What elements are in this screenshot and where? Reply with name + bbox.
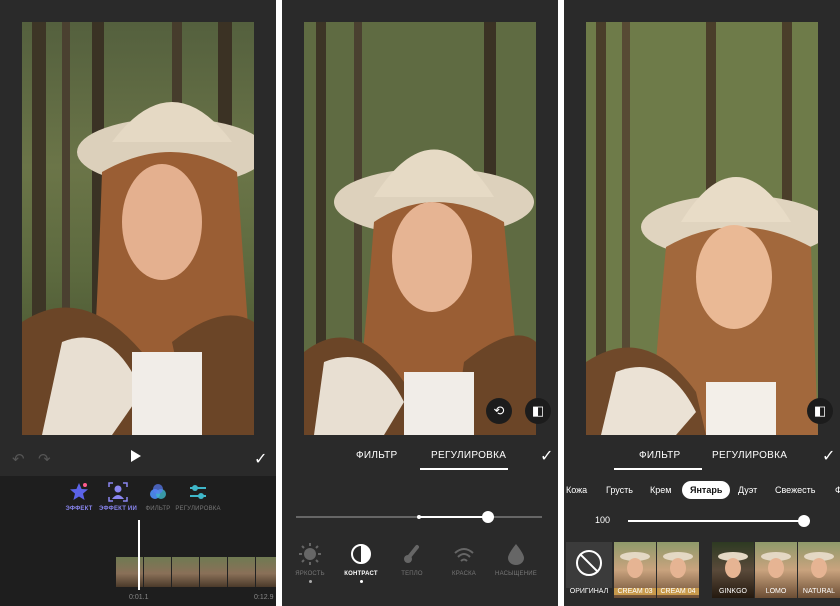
adjust-contrast[interactable]: КОНТРАСТ xyxy=(333,543,389,583)
filter-category[interactable]: Крем xyxy=(650,485,671,495)
tabs: ФИЛЬТР РЕГУЛИРОВКА ✓ xyxy=(282,440,558,476)
filter-category[interactable]: Кожа xyxy=(566,485,587,495)
adjust-label: ЯРКОСТЬ xyxy=(295,571,325,577)
adjust-tint[interactable]: КРАСКА xyxy=(436,543,492,577)
editor-panel-filters: ◧ ФИЛЬТР РЕГУЛИРОВКА ✓ Кожа Грусть Крем … xyxy=(564,0,840,606)
undo-icon[interactable]: ↶ xyxy=(12,450,25,468)
adjust-label: КРАСКА xyxy=(452,571,476,577)
thumb-label: GINKGO xyxy=(718,588,747,595)
thumb-label: LOMO xyxy=(765,588,787,595)
redo-icon[interactable]: ↷ xyxy=(38,450,51,468)
timeline-frame xyxy=(228,557,256,587)
original-filter-thumb[interactable] xyxy=(566,542,612,588)
thumb-label: CREAM 04 xyxy=(657,588,699,595)
no-filter-icon xyxy=(576,550,602,576)
filter-circles-icon xyxy=(150,484,166,499)
modified-dot xyxy=(359,580,363,583)
slider-center-tick xyxy=(417,515,421,519)
wifi-icon xyxy=(454,548,474,562)
video-preview[interactable] xyxy=(22,22,254,435)
adjust-slider-knob[interactable] xyxy=(481,511,494,523)
adjust-brightness[interactable]: ЯРКОСТЬ xyxy=(282,543,338,583)
timeline-frame xyxy=(256,557,276,587)
compare-icon[interactable]: ◧ xyxy=(525,398,551,424)
intensity-slider-knob[interactable] xyxy=(798,515,810,527)
intensity-value: 100 xyxy=(595,515,611,525)
tool-label: РЕГУЛИРОВКА xyxy=(175,506,221,512)
adjust-label: ТЕПЛО xyxy=(401,571,423,577)
filter-category[interactable]: Ф xyxy=(835,485,840,495)
confirm-check-icon[interactable]: ✓ xyxy=(540,446,553,466)
compare-icon[interactable]: ◧ xyxy=(807,398,833,424)
tab-active-underline xyxy=(614,468,702,470)
thumb-label: CREAM 03 xyxy=(614,588,656,595)
filter-category[interactable]: Грусть xyxy=(606,485,633,495)
total-time: 0:12.9 xyxy=(254,594,274,601)
contrast-icon xyxy=(351,544,371,564)
sliders-icon xyxy=(190,485,206,499)
confirm-check-icon[interactable]: ✓ xyxy=(254,449,267,469)
star-icon xyxy=(70,483,88,500)
adjust-label: КОНТРАСТ xyxy=(344,571,378,577)
tab-active-underline xyxy=(420,468,508,470)
editor-panel-adjust: ⟲ ◧ ФИЛЬТР РЕГУЛИРОВКА ✓ ЯРКОСТЬ КОНТРАС… xyxy=(282,0,558,606)
filter-categories: Кожа Грусть Крем Янтарь Дуэт Свежесть Ф xyxy=(564,480,840,500)
adjust-label: НАСЫЩЕНИЕ xyxy=(495,571,537,577)
timeline-playhead[interactable] xyxy=(138,520,140,590)
tab-adjust[interactable]: РЕГУЛИРОВКА xyxy=(712,450,787,461)
thumb-label: NATURAL xyxy=(802,588,836,595)
reset-icon[interactable]: ⟲ xyxy=(486,398,512,424)
tab-filter[interactable]: ФИЛЬТР xyxy=(356,450,398,461)
play-icon[interactable] xyxy=(131,450,141,462)
editor-panel-effects: ↶ ↷ ✓ ЭФФЕКТ ЭФФЕКТ ИИ ФИЛЬТР РЕГУЛИРОВК… xyxy=(0,0,276,606)
confirm-check-icon[interactable]: ✓ xyxy=(822,446,835,466)
adjust-saturation[interactable]: НАСЫЩЕНИЕ xyxy=(488,543,544,577)
tab-filter[interactable]: ФИЛЬТР xyxy=(639,450,681,461)
ai-person-icon xyxy=(108,482,128,502)
drop-icon xyxy=(508,544,524,565)
thumb-label: ОРИГИНАЛ xyxy=(569,588,609,595)
tab-adjust[interactable]: РЕГУЛИРОВКА xyxy=(431,450,506,461)
timeline-frame xyxy=(200,557,228,587)
timeline-frame xyxy=(144,557,172,587)
video-timeline[interactable] xyxy=(116,557,276,587)
filter-category[interactable]: Свежесть xyxy=(775,485,815,495)
sun-icon xyxy=(299,543,321,565)
playback-toolbar: ↶ ↷ ✓ xyxy=(0,440,276,476)
adjust-warmth[interactable]: ТЕПЛО xyxy=(384,543,440,577)
photo-preview[interactable] xyxy=(586,22,818,435)
tool-adjust[interactable]: РЕГУЛИРОВКА xyxy=(170,482,226,512)
adjust-slider-fill xyxy=(419,516,488,518)
filter-category[interactable]: Дуэт xyxy=(738,485,757,495)
current-time: 0:01.1 xyxy=(129,594,149,601)
modified-dot xyxy=(308,580,312,583)
filter-category-selected[interactable]: Янтарь xyxy=(682,481,731,499)
thermometer-icon xyxy=(404,545,419,563)
photo-preview[interactable] xyxy=(304,22,536,435)
intensity-slider-fill xyxy=(628,520,804,522)
tabs: ФИЛЬТР РЕГУЛИРОВКА ✓ xyxy=(564,440,840,476)
timeline-frame xyxy=(172,557,200,587)
